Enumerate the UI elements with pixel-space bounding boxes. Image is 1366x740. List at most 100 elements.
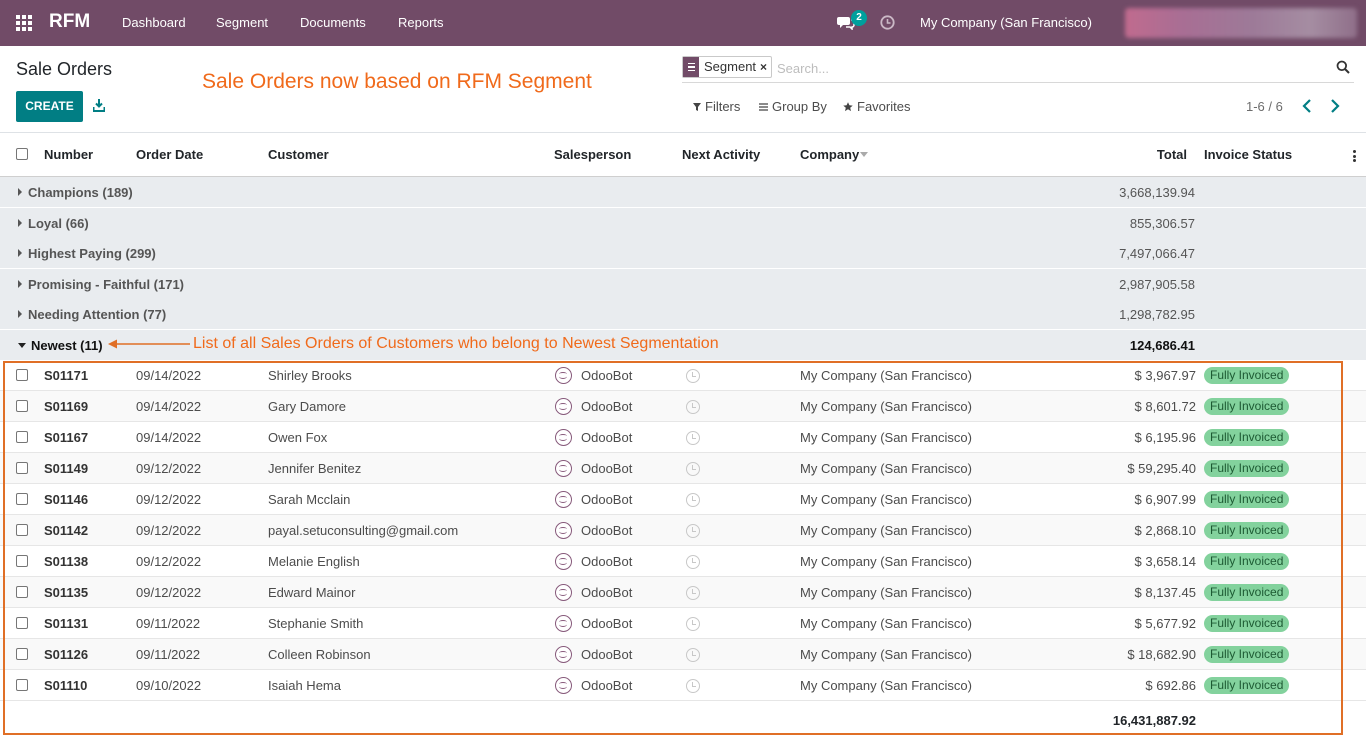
group-row[interactable]: Needing Attention (77) 1,298,782.95 <box>0 299 1366 330</box>
activity-clock-icon[interactable] <box>686 648 700 662</box>
menu-reports[interactable]: Reports <box>398 15 444 30</box>
search-input[interactable] <box>777 58 1317 78</box>
caret-right-icon <box>18 219 22 227</box>
table-row[interactable]: S01167 09/14/2022 Owen Fox OdooBot My Compan… <box>0 422 1366 453</box>
app-name[interactable]: RFM <box>49 11 90 33</box>
row-checkbox[interactable] <box>16 400 28 412</box>
invoice-status-badge: Fully Invoiced <box>1204 491 1290 508</box>
odoobot-avatar-icon <box>555 615 572 632</box>
order-total: $ 18,682.90 <box>1127 647 1196 662</box>
optional-columns-icon[interactable] <box>1353 150 1356 164</box>
annotation-note: List of all Sales Orders of Customers wh… <box>193 335 719 352</box>
order-total: $ 59,295.40 <box>1127 461 1196 476</box>
row-checkbox[interactable] <box>16 586 28 598</box>
invoice-status-badge: Fully Invoiced <box>1204 553 1290 570</box>
salesperson-name: OdooBot <box>581 430 633 445</box>
order-total: $ 5,677.92 <box>1134 616 1196 631</box>
column-invoice-status[interactable]: Invoice Status <box>1204 147 1292 162</box>
activity-clock-icon[interactable] <box>686 679 700 693</box>
apps-grid-icon[interactable] <box>16 15 32 31</box>
customer-name: Owen Fox <box>268 430 328 445</box>
create-button[interactable]: CREATE <box>16 91 83 122</box>
activity-clock-icon[interactable] <box>686 462 700 476</box>
column-number[interactable]: Number <box>44 147 93 162</box>
invoice-status-badge: Fully Invoiced <box>1204 522 1290 539</box>
group-total: 855,306.57 <box>1129 216 1195 231</box>
table-row[interactable]: S01135 09/12/2022 Edward Mainor OdooBot My C… <box>0 577 1366 608</box>
company-switcher[interactable]: My Company (San Francisco) <box>920 15 1092 30</box>
favorites-button[interactable]: Favorites <box>843 99 910 114</box>
order-total: $ 3,967.97 <box>1134 368 1196 383</box>
row-checkbox[interactable] <box>16 648 28 660</box>
group-row[interactable]: Champions (189) 3,668,139.94 <box>0 177 1366 208</box>
facet-remove-icon[interactable]: × <box>760 57 771 77</box>
filters-label: Filters <box>705 99 741 114</box>
order-date: 09/12/2022 <box>136 554 202 569</box>
activity-clock-icon[interactable] <box>686 400 700 414</box>
column-company[interactable]: Company <box>800 147 859 162</box>
row-checkbox[interactable] <box>16 431 28 443</box>
menu-documents[interactable]: Documents <box>300 15 366 30</box>
group-row[interactable]: Promising - Faithful (171) 2,987,905.58 <box>0 269 1366 300</box>
user-menu-avatar[interactable] <box>1125 8 1357 38</box>
table-row[interactable]: S01131 09/11/2022 Stephanie Smith OdooBot My… <box>0 608 1366 639</box>
activity-clock-icon[interactable] <box>686 431 700 445</box>
filters-button[interactable]: Filters <box>693 99 740 114</box>
activity-clock-icon[interactable] <box>686 617 700 631</box>
activity-clock-icon[interactable] <box>686 369 700 383</box>
table-row[interactable]: S01142 09/12/2022 payal.setuconsulting@gma… <box>0 515 1366 546</box>
menu-dashboard[interactable]: Dashboard <box>122 15 186 30</box>
table-row[interactable]: S01171 09/14/2022 Shirley Brooks OdooBot My … <box>0 360 1366 391</box>
table-row[interactable]: S01169 09/14/2022 Gary Damore OdooBot My Com… <box>0 391 1366 422</box>
search-icon[interactable] <box>1336 60 1350 74</box>
activity-clock-icon[interactable] <box>686 524 700 538</box>
column-customer[interactable]: Customer <box>268 147 329 162</box>
groupby-button[interactable]: Group By <box>759 99 827 114</box>
search-bar: Segment × <box>682 55 1354 83</box>
table-row[interactable]: S01138 09/12/2022 Melanie English OdooBot My… <box>0 546 1366 577</box>
table-row[interactable]: S01149 09/12/2022 Jennifer Benitez OdooBot M… <box>0 453 1366 484</box>
pager-value[interactable]: 1-6 / 6 <box>1246 99 1283 114</box>
search-facet-segment[interactable]: Segment × <box>682 56 773 78</box>
column-order-date[interactable]: Order Date <box>136 147 203 162</box>
menu-segment[interactable]: Segment <box>216 15 268 30</box>
customer-name: Sarah Mcclain <box>268 492 351 507</box>
download-icon[interactable] <box>93 99 105 112</box>
group-label: Needing Attention (77) <box>28 307 167 322</box>
salesperson-name: OdooBot <box>581 461 633 476</box>
row-checkbox[interactable] <box>16 369 28 381</box>
chevron-right-icon[interactable] <box>1328 98 1342 114</box>
odoobot-avatar-icon <box>555 646 572 663</box>
column-next-activity[interactable]: Next Activity <box>682 147 760 162</box>
group-row[interactable]: Highest Paying (299) 7,497,066.47 <box>0 238 1366 269</box>
chevron-left-icon[interactable] <box>1300 98 1314 114</box>
odoobot-avatar-icon <box>555 677 572 694</box>
row-checkbox[interactable] <box>16 555 28 567</box>
company-name: My Company (San Francisco) <box>800 554 972 569</box>
salesperson-name: OdooBot <box>581 616 633 631</box>
salesperson-name: OdooBot <box>581 523 633 538</box>
row-checkbox[interactable] <box>16 462 28 474</box>
row-checkbox[interactable] <box>16 524 28 536</box>
customer-name: Isaiah Hema <box>268 678 341 693</box>
select-all-checkbox[interactable] <box>16 148 28 160</box>
order-date: 09/12/2022 <box>136 461 202 476</box>
row-checkbox[interactable] <box>16 679 28 691</box>
order-total: $ 6,907.99 <box>1134 492 1196 507</box>
column-salesperson[interactable]: Salesperson <box>554 147 631 162</box>
activity-clock-icon[interactable] <box>686 493 700 507</box>
row-checkbox[interactable] <box>16 617 28 629</box>
sort-caret-icon[interactable] <box>860 152 868 157</box>
invoice-status-badge: Fully Invoiced <box>1204 615 1290 632</box>
group-total: 2,987,905.58 <box>1119 277 1195 292</box>
table-row[interactable]: S01126 09/11/2022 Colleen Robinson OdooBot M… <box>0 639 1366 670</box>
clock-icon[interactable] <box>880 15 895 30</box>
column-total[interactable]: Total <box>1157 147 1187 162</box>
row-checkbox[interactable] <box>16 493 28 505</box>
top-navbar: RFM Dashboard Segment Documents Reports … <box>0 0 1366 46</box>
activity-clock-icon[interactable] <box>686 586 700 600</box>
table-row[interactable]: S01110 09/10/2022 Isaiah Hema OdooBot My Com… <box>0 670 1366 701</box>
table-row[interactable]: S01146 09/12/2022 Sarah Mcclain OdooBot My C… <box>0 484 1366 515</box>
group-row[interactable]: Loyal (66) 855,306.57 <box>0 208 1366 239</box>
activity-clock-icon[interactable] <box>686 555 700 569</box>
